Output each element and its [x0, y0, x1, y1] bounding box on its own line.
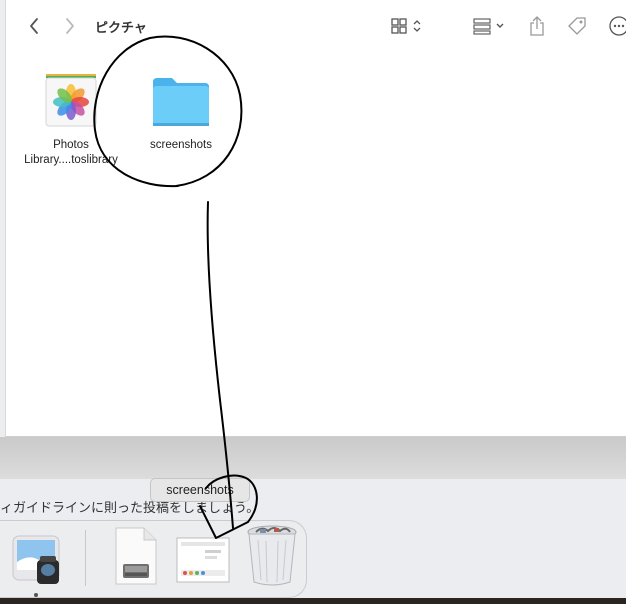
background-window-band: [0, 437, 626, 479]
more-icon[interactable]: [606, 14, 626, 38]
disk-image-icon[interactable]: [110, 526, 160, 588]
back-icon[interactable]: [24, 14, 44, 38]
window-title: ピクチャ: [95, 20, 147, 35]
preview-app-icon[interactable]: [9, 532, 65, 590]
photos-library-item[interactable]: Photos Library....toslibrary: [16, 72, 126, 168]
forward-icon[interactable]: [60, 14, 80, 38]
group-icon[interactable]: [469, 15, 511, 37]
dock-separator: [85, 530, 86, 586]
dock-tooltip: screenshots: [150, 478, 250, 502]
photos-library-icon: [40, 72, 102, 128]
photos-library-label-line2: Library....toslibrary: [24, 154, 118, 166]
finder-window: ピクチャ Photos Library....toslibrary screen…: [5, 0, 626, 437]
icon-view-icon[interactable]: [387, 15, 427, 37]
photos-library-label-line1: Photos: [53, 139, 89, 151]
screenshots-folder-label: screenshots: [149, 139, 212, 151]
folder-icon: [150, 72, 212, 128]
finder-toolbar: ピクチャ: [6, 0, 626, 52]
screenshots-stack-icon[interactable]: [175, 536, 231, 584]
desktop-edge: [0, 598, 626, 604]
screenshots-folder-item[interactable]: screenshots: [126, 72, 236, 153]
trash-icon[interactable]: [244, 522, 300, 588]
share-icon[interactable]: [526, 13, 548, 39]
tag-icon[interactable]: [565, 14, 589, 38]
running-indicator: [34, 593, 38, 597]
